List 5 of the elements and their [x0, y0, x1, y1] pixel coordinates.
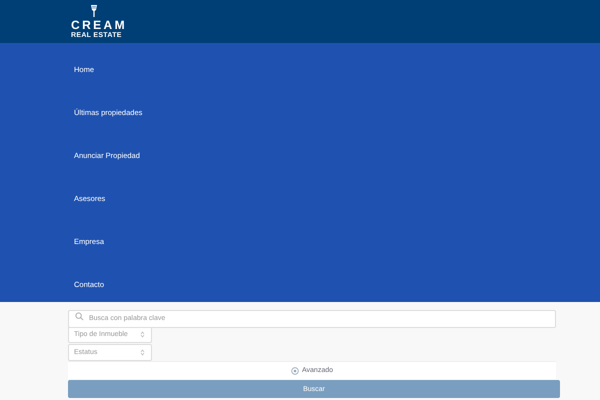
dropdown-arrows-icon — [140, 331, 145, 338]
logo-title: CREAM — [71, 19, 127, 31]
torch-icon — [90, 4, 98, 18]
dropdown-arrows-icon — [140, 349, 145, 356]
gear-icon — [290, 366, 299, 374]
